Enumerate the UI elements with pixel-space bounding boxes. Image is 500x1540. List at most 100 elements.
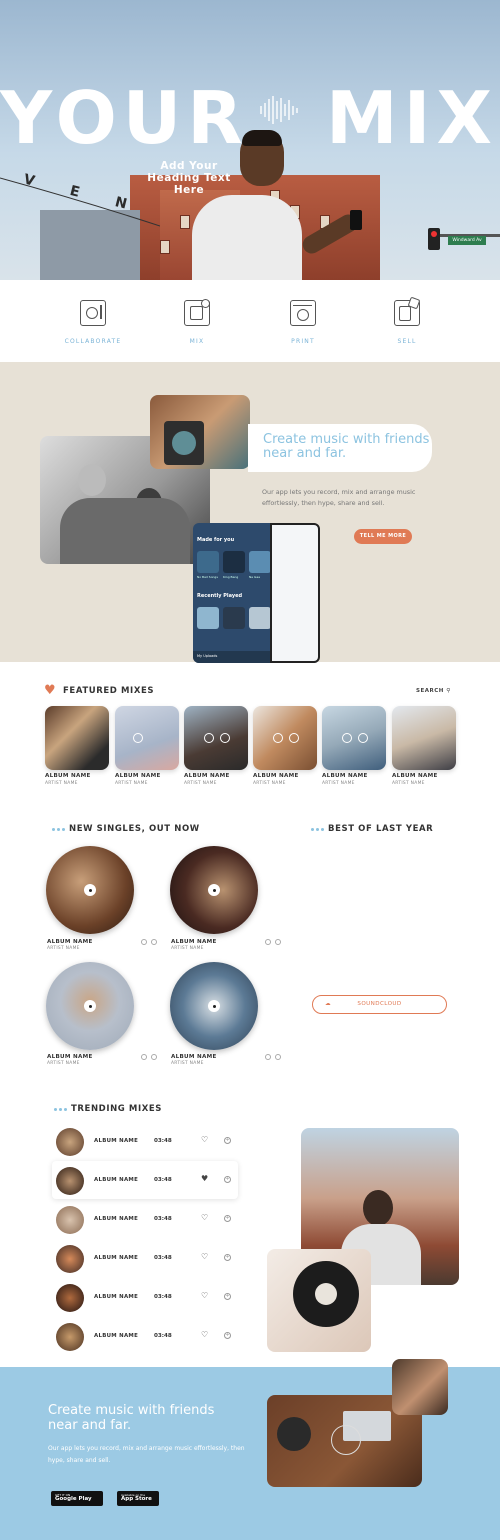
artist-name: ARTIST NAME <box>47 946 80 951</box>
add-icon[interactable]: + <box>224 1176 231 1183</box>
trending-row[interactable]: ALBUM NAME 03:48 ♡ + <box>52 1200 238 1238</box>
hero-subheading: Add Your Heading Text Here <box>147 160 231 196</box>
artist-name: ARTIST NAME <box>115 781 148 786</box>
featured-mixes-title: FEATURED MIXES <box>63 686 155 696</box>
headphones-icon[interactable] <box>275 939 281 945</box>
collab-description: Our app lets you record, mix and arrange… <box>262 488 416 507</box>
street-sign: Windward Av <box>448 236 486 245</box>
collab-title-card: Create music with friends near and far. <box>248 424 432 472</box>
headphones-icon[interactable] <box>151 1054 157 1060</box>
best-of-last-year-title: BEST OF LAST YEAR <box>328 824 434 834</box>
single-vinyl[interactable] <box>170 962 258 1050</box>
google-play-button[interactable]: GET IT ON Google Play <box>51 1491 103 1506</box>
track-thumbnail <box>56 1167 84 1195</box>
artist-name: ARTIST NAME <box>171 946 204 951</box>
add-icon[interactable]: + <box>224 1293 231 1300</box>
album-name: ALBUM NAME <box>184 773 230 779</box>
featured-mix-card[interactable] <box>184 706 248 770</box>
featured-mix-card[interactable] <box>392 706 456 770</box>
trending-mixes-title: TRENDING MIXES <box>71 1104 163 1114</box>
tell-me-more-button[interactable]: TELL ME MORE <box>354 529 412 544</box>
track-duration: 03:48 <box>154 1138 172 1144</box>
single-vinyl[interactable] <box>170 846 258 934</box>
play-icon[interactable] <box>342 733 352 743</box>
page: Windward Av V E N YOUR MIX Add Your Head… <box>0 0 500 1540</box>
add-icon[interactable]: + <box>224 1215 231 1222</box>
single-vinyl[interactable] <box>46 962 134 1050</box>
search-link[interactable]: SEARCH ⚲ <box>416 688 451 694</box>
featured-mix-card[interactable] <box>45 706 109 770</box>
featured-mix-card[interactable] <box>115 706 179 770</box>
dots-icon <box>54 1108 67 1111</box>
soundcloud-button[interactable]: ☁ SOUNDCLOUD <box>312 995 447 1014</box>
play-icon[interactable] <box>265 939 271 945</box>
featured-mix-card[interactable] <box>253 706 317 770</box>
sell-device-icon <box>394 296 421 326</box>
album-name: ALBUM NAME <box>171 939 217 945</box>
waveform-icon <box>260 95 300 125</box>
footer-description: Our app lets you record, mix and arrange… <box>48 1445 245 1464</box>
hero-word-left: YOUR <box>0 76 249 160</box>
vinyl-record-photo-image <box>267 1249 371 1352</box>
play-icon[interactable] <box>141 939 147 945</box>
artist-name: ARTIST NAME <box>253 781 286 786</box>
headphones-icon[interactable] <box>220 733 230 743</box>
trending-row[interactable]: ALBUM NAME 03:48 ♥ + <box>52 1161 238 1199</box>
artist-name: ARTIST NAME <box>45 781 78 786</box>
app-phone-mockup-back <box>270 523 320 663</box>
play-icon[interactable] <box>273 733 283 743</box>
heart-outline-icon[interactable]: ♡ <box>201 1214 208 1222</box>
play-icon[interactable] <box>141 1054 147 1060</box>
dots-icon <box>311 828 324 831</box>
track-thumbnail <box>56 1128 84 1156</box>
artist-name: ARTIST NAME <box>171 1061 204 1066</box>
guitar-tablet-photo-image <box>150 395 250 469</box>
add-icon[interactable]: + <box>224 1254 231 1261</box>
footer-title: Create music with friends near and far. <box>48 1403 215 1433</box>
track-duration: 03:48 <box>154 1294 172 1300</box>
mixer-device-icon <box>184 299 210 326</box>
headphones-icon[interactable] <box>358 733 368 743</box>
trending-row[interactable]: ALBUM NAME 03:48 ♡ + <box>52 1317 238 1355</box>
turntable-icon <box>80 300 106 326</box>
headphones-icon[interactable] <box>275 1054 281 1060</box>
app-store-button[interactable]: Available on the App Store <box>117 1491 159 1506</box>
add-icon[interactable]: + <box>224 1137 231 1144</box>
track-duration: 03:48 <box>154 1333 172 1339</box>
artist-name: ARTIST NAME <box>47 1061 80 1066</box>
featured-mix-card[interactable] <box>322 706 386 770</box>
heart-outline-icon[interactable]: ♡ <box>201 1253 208 1261</box>
album-name: ALBUM NAME <box>322 773 368 779</box>
album-name: ALBUM NAME <box>171 1054 217 1060</box>
track-thumbnail <box>56 1323 84 1351</box>
trending-row[interactable]: ALBUM NAME 03:48 ♡ + <box>52 1239 238 1277</box>
single-vinyl[interactable] <box>46 846 134 934</box>
trending-row[interactable]: ALBUM NAME 03:48 ♡ + <box>52 1122 238 1160</box>
track-thumbnail <box>56 1206 84 1234</box>
artist-name: ARTIST NAME <box>184 781 217 786</box>
heart-outline-icon[interactable]: ♡ <box>201 1136 208 1144</box>
play-icon[interactable] <box>265 1054 271 1060</box>
heart-filled-icon[interactable]: ♥ <box>201 1175 208 1183</box>
play-icon[interactable] <box>133 733 143 743</box>
album-name: ALBUM NAME <box>47 939 93 945</box>
feature-print[interactable]: PRINT <box>268 300 338 345</box>
studio-photo-image <box>392 1359 448 1415</box>
add-icon[interactable]: + <box>224 1332 231 1339</box>
dots-icon <box>52 828 65 831</box>
headphones-icon[interactable] <box>289 733 299 743</box>
album-name: ALBUM NAME <box>392 773 438 779</box>
feature-collaborate[interactable]: COLLABORATE <box>58 300 128 345</box>
heart-outline-icon[interactable]: ♡ <box>201 1331 208 1339</box>
album-name: ALBUM NAME <box>253 773 299 779</box>
trending-row[interactable]: ALBUM NAME 03:48 ♡ + <box>52 1278 238 1316</box>
play-icon[interactable] <box>204 733 214 743</box>
feature-mix[interactable]: MIX <box>162 299 232 345</box>
artist-name: ARTIST NAME <box>392 781 425 786</box>
feature-sell[interactable]: SELL <box>372 296 442 345</box>
artist-name: ARTIST NAME <box>322 781 355 786</box>
album-name: ALBUM NAME <box>94 1138 139 1144</box>
heart-outline-icon[interactable]: ♡ <box>201 1292 208 1300</box>
headphones-icon[interactable] <box>151 939 157 945</box>
search-icon: ⚲ <box>446 688 451 694</box>
